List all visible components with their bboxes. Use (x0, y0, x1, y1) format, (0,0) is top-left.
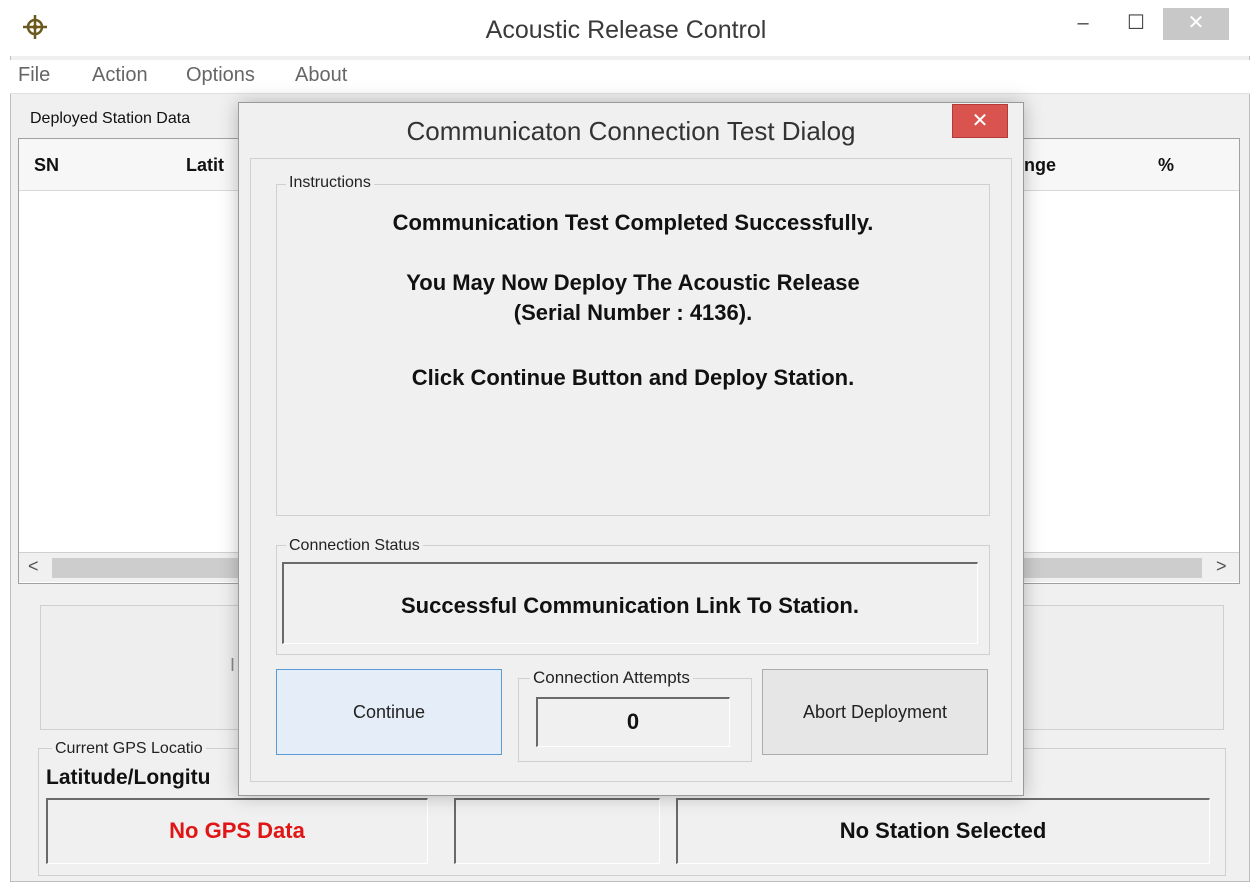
instruction-line: (Serial Number : 4136). (513, 300, 753, 325)
column-latitude[interactable]: Latit (186, 155, 224, 176)
column-sn[interactable]: SN (34, 155, 59, 176)
deployed-station-label: Deployed Station Data (30, 110, 191, 127)
connection-attempts-value: 0 (626, 709, 640, 734)
lat-long-heading: Latitude/Longitu (46, 766, 211, 789)
gps-data-value: No GPS Data (169, 818, 305, 843)
middle-field (454, 798, 660, 864)
close-window-button[interactable]: ✕ (1163, 8, 1229, 40)
station-selected-value: No Station Selected (839, 818, 1047, 843)
instructions-caption: Instructions (286, 174, 374, 192)
connection-attempts-caption: Connection Attempts (530, 668, 693, 688)
continue-button[interactable]: Continue (276, 669, 502, 755)
instruction-line: Click Continue Button and Deploy Station… (411, 365, 855, 390)
gps-location-caption: Current GPS Locatio (52, 740, 206, 758)
menu-about[interactable]: About (295, 64, 347, 87)
scroll-left-arrow-icon[interactable]: < (28, 556, 39, 577)
minimize-button[interactable]: – (1060, 8, 1106, 40)
dialog-close-button[interactable]: ✕ (952, 104, 1008, 138)
column-range[interactable]: nge (1024, 155, 1056, 176)
panel-text: I (230, 655, 236, 675)
instruction-line: Communication Test Completed Successfull… (392, 210, 874, 235)
scroll-right-arrow-icon[interactable]: > (1216, 556, 1227, 577)
connection-status-caption: Connection Status (286, 537, 423, 555)
abort-deployment-button[interactable]: Abort Deployment (762, 669, 988, 755)
dialog-title: Communicaton Connection Test Dialog (406, 116, 856, 146)
connection-status-text: Successful Communication Link To Station… (401, 593, 859, 618)
column-percent[interactable]: % (1158, 155, 1174, 176)
maximize-button[interactable]: ☐ (1113, 8, 1159, 40)
menu-options[interactable]: Options (186, 64, 255, 87)
instruction-line: You May Now Deploy The Acoustic Release (406, 270, 860, 295)
menu-file[interactable]: File (18, 64, 50, 87)
menu-action[interactable]: Action (92, 64, 148, 87)
